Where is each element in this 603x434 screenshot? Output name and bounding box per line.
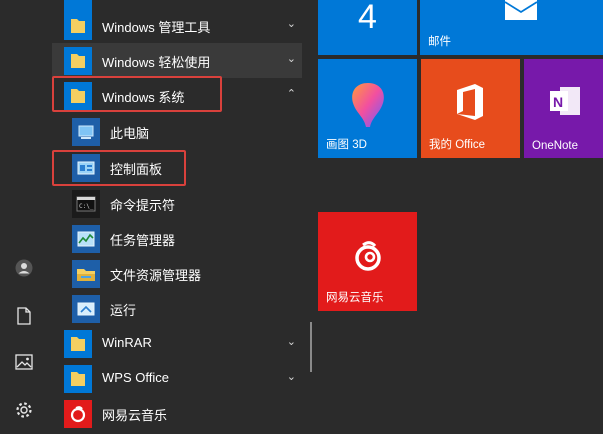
computer-icon [72,118,100,146]
item-label: 运行 [110,303,137,318]
pictures-icon [15,354,33,370]
user-account-button[interactable] [8,252,40,284]
list-item-task-manager[interactable]: 任务管理器 [52,221,302,256]
document-icon [17,307,31,325]
item-label: 此电脑 [110,126,150,141]
group-label: WPS Office [102,370,169,385]
svg-text:N: N [553,94,563,110]
group-label: WinRAR [102,335,152,350]
netease-music-icon [64,400,92,428]
app-list: Windows 管理工具 ⌄ Windows 轻松使用 ⌄ Windows 系统… [52,0,312,434]
tile-mail[interactable]: 邮件 [420,0,603,55]
file-explorer-icon [72,260,100,288]
pictures-button[interactable] [8,346,40,378]
group-windows-admin-tools[interactable]: Windows 管理工具 ⌄ [52,8,302,43]
onenote-icon: N [550,87,580,115]
tile-label: 网易云音乐 [326,292,384,304]
item-label: 文件资源管理器 [110,268,202,283]
documents-button[interactable] [8,300,40,332]
item-label: 任务管理器 [110,233,176,248]
command-prompt-icon: C:\_ [72,190,100,218]
folder-icon [64,12,92,40]
highlight-box-windows-system [52,76,222,112]
tile-paint-3d[interactable]: 画图 3D [318,59,417,158]
group-label: Windows 轻松使用 [102,55,211,70]
tile-label: OneNote [532,140,579,152]
folder-icon [64,365,92,393]
netease-music-icon [355,241,381,271]
chevron-down-icon: ⌄ [286,371,296,383]
tile-my-office[interactable]: 我的 Office [421,59,520,158]
folder-icon [64,330,92,358]
highlight-box-control-panel [52,150,186,186]
group-label: Windows 管理工具 [102,20,211,35]
run-icon [72,295,100,323]
folder-icon [64,47,92,75]
tile-label: 邮件 [428,36,451,48]
list-scrollbar[interactable] [310,322,312,372]
user-icon [15,259,33,277]
list-item-netease-music[interactable]: 网易云音乐 [52,396,302,431]
list-item-this-pc[interactable]: 此电脑 [52,114,302,149]
chevron-down-icon: ⌄ [286,336,296,348]
group-winrar[interactable]: WinRAR ⌄ [52,326,302,361]
item-label: 命令提示符 [110,198,176,213]
tile-onenote[interactable]: N OneNote [524,59,603,158]
chevron-down-icon: ⌄ [286,18,296,30]
tile-label: 我的 Office [429,139,486,151]
svg-text:C:\_: C:\_ [79,203,94,210]
chevron-up-icon: ⌃ [286,88,296,100]
start-menu-rail [0,0,48,434]
tile-calendar[interactable]: 4 [318,0,417,55]
tile-netease-music[interactable]: 网易云音乐 [318,212,417,311]
settings-button[interactable] [8,394,40,426]
settings-icon [16,402,32,418]
tile-label: 画图 3D [326,139,367,151]
group-windows-ease-of-access[interactable]: Windows 轻松使用 ⌄ [52,43,302,78]
mail-icon [504,0,538,20]
calendar-day-number: 4 [358,0,377,36]
tile-area: 4 邮件 画图 3D 我的 Office N OneNote 网易云音乐 [316,0,603,434]
task-manager-icon [72,225,100,253]
group-wps-office[interactable]: WPS Office ⌄ [52,361,302,396]
list-item-run[interactable]: 运行 [52,291,302,326]
chevron-down-icon: ⌄ [286,53,296,65]
paint-3d-icon [352,83,384,127]
office-icon [457,84,483,120]
item-label: 网易云音乐 [102,408,168,423]
list-item-file-explorer[interactable]: 文件资源管理器 [52,256,302,291]
list-item-command-prompt[interactable]: C:\_ 命令提示符 [52,186,302,221]
